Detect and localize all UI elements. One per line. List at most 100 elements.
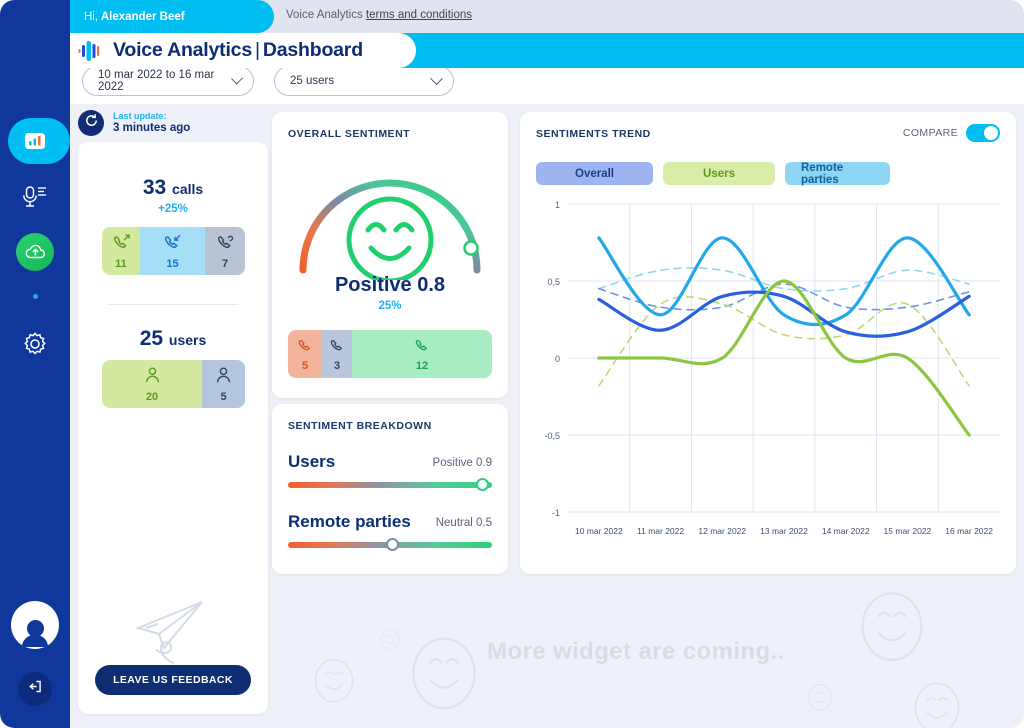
breakdown-users-value: Positive 0.9 [432, 457, 492, 469]
smiley-decor-icon [314, 658, 354, 703]
breakdown-users-knob[interactable] [476, 478, 489, 491]
incoming-call-count: 15 [166, 257, 179, 270]
smiley-decor-icon [412, 637, 476, 710]
x-axis-tick: 10 mar 2022 [575, 526, 623, 536]
legend-overall[interactable]: Overall [536, 162, 653, 185]
last-update-label: Last update: [113, 111, 167, 121]
sentiment-positive[interactable]: 12 [352, 330, 492, 378]
smiley-decor-icon [808, 684, 832, 711]
title-bar: Voice Analytics | Dashboard [70, 33, 1024, 68]
greeting-prefix: Hi, [84, 10, 99, 23]
breakdown-row-users: Users Positive 0.9 [288, 452, 492, 491]
sidebar-item-dashboard[interactable] [0, 115, 70, 167]
sentiment-segments-bar: 5 3 12 [288, 330, 492, 378]
compare-control: COMPARE [903, 124, 1000, 142]
sentiment-breakdown-card: SENTIMENT BREAKDOWN Users Positive 0.9 R… [272, 404, 508, 574]
overall-sentiment-label: Positive 0.8 [334, 274, 446, 296]
page-title: Voice Analytics | Dashboard [113, 39, 363, 62]
call-type-outgoing[interactable]: 11 [102, 227, 140, 275]
refresh-icon [84, 113, 99, 133]
leave-feedback-button[interactable]: LEAVE US FEEDBACK [95, 665, 251, 695]
avatar-head-icon [26, 619, 44, 637]
overall-sentiment-card: OVERALL SENTIMENT Positive 0.8 25% 5 3 1… [272, 112, 508, 398]
gear-icon [21, 330, 49, 358]
breakdown-remote-name: Remote parties [288, 512, 411, 531]
overall-sentiment-title: OVERALL SENTIMENT [288, 128, 411, 140]
compare-label: COMPARE [902, 127, 958, 139]
legend-remote-parties[interactable]: Remote parties [785, 162, 890, 186]
greeting-pill: Hi, Alexander Beef [70, 0, 274, 33]
coming-soon-area: More widget are coming.. [272, 580, 1016, 728]
users-unit: users [168, 332, 207, 348]
call-types-bar: 11 15 7 [102, 227, 245, 275]
sentiment-neutral[interactable]: 3 [322, 330, 352, 378]
support-avatar[interactable] [11, 601, 59, 649]
positive-call-icon [414, 337, 431, 359]
breakdown-remote-value: Neutral 0.5 [435, 517, 492, 529]
terms-prefix: Voice Analytics [286, 9, 366, 21]
greeting-bar: Hi, Alexander Beef Voice Analytics terms… [70, 0, 1024, 33]
user-icon [143, 366, 162, 390]
sidebar [0, 0, 70, 728]
outgoing-call-count: 11 [115, 257, 127, 270]
negative-count: 5 [301, 359, 309, 372]
content-area: Last update: 3 minutes ago 33 calls +25% [70, 104, 1024, 728]
call-type-incoming[interactable]: 15 [140, 227, 205, 275]
chart-legend: Overall Users Remote parties [536, 162, 890, 186]
app-window: Hi, Alexander Beef Voice Analytics terms… [0, 0, 1024, 728]
user-name: Alexander Beef [100, 10, 185, 23]
breakdown-remote-slider[interactable] [288, 538, 492, 551]
refresh-button[interactable] [78, 110, 104, 136]
calls-delta: +25% [158, 203, 188, 215]
sidebar-item-settings[interactable] [0, 318, 70, 370]
negative-call-icon [297, 337, 314, 359]
trend-chart: 1 0,5 0 -0,5 -1 10 mar 2022 11 mar 2022 12 mar… [530, 198, 1006, 558]
date-range-value: 10 mar 2022 to 16 mar 2022 [98, 69, 215, 93]
breakdown-users-slider[interactable] [288, 478, 492, 491]
missed-call-icon [216, 233, 235, 257]
user-type-active[interactable]: 20 [102, 360, 202, 408]
breakdown-users-name: Users [288, 452, 336, 471]
sentiments-trend-title: SENTIMENTS TREND [536, 128, 651, 140]
x-axis-tick: 14 mar 2022 [822, 526, 870, 536]
y-axis-tick: 0 [555, 354, 560, 364]
coming-soon-text: More widget are coming.. [487, 638, 785, 665]
smiley-decor-icon [380, 629, 400, 651]
paper-plane-icon [126, 592, 220, 675]
user-icon [214, 366, 233, 390]
page-name: Dashboard [262, 39, 363, 61]
x-axis-tick: 12 mar 2022 [698, 526, 746, 536]
chevron-down-icon [430, 71, 443, 85]
outgoing-call-icon [112, 233, 131, 257]
user-types-bar: 20 5 [102, 360, 245, 408]
users-select[interactable]: 25 users [274, 66, 454, 96]
sidebar-item-spacer [0, 270, 70, 322]
users-select-value: 25 users [290, 75, 335, 87]
user-type-inactive[interactable]: 5 [202, 360, 245, 408]
y-axis-tick: 0,5 [547, 277, 560, 287]
positive-count: 12 [415, 359, 429, 372]
y-axis-tick: -0,5 [544, 431, 560, 441]
overall-sentiment-percent: 25% [378, 300, 402, 312]
date-range-select[interactable]: 10 mar 2022 to 16 mar 2022 [82, 66, 254, 96]
voice-analytics-logo-icon [78, 40, 104, 62]
title-separator: | [254, 39, 260, 61]
logout-button[interactable] [18, 672, 52, 706]
neutral-count: 3 [333, 359, 341, 372]
logout-icon [27, 678, 44, 700]
microphone-icon [21, 185, 49, 211]
sidebar-item-recordings[interactable] [0, 172, 70, 224]
sentiment-negative[interactable]: 5 [288, 330, 322, 378]
call-type-missed[interactable]: 7 [205, 227, 245, 275]
sentiment-gauge [290, 150, 490, 284]
terms-link[interactable]: terms and conditions [366, 9, 472, 21]
legend-users[interactable]: Users [663, 162, 775, 185]
breakdown-remote-knob[interactable] [386, 538, 399, 551]
sentiments-trend-card: SENTIMENTS TREND COMPARE Overall Users R… [520, 112, 1016, 574]
compare-toggle[interactable] [966, 124, 1000, 142]
last-update-value: 3 minutes ago [113, 122, 191, 134]
divider [108, 304, 238, 305]
y-axis-tick: 1 [555, 200, 560, 210]
x-axis-tick: 15 mar 2022 [884, 526, 932, 536]
y-axis-tick: -1 [552, 508, 560, 518]
